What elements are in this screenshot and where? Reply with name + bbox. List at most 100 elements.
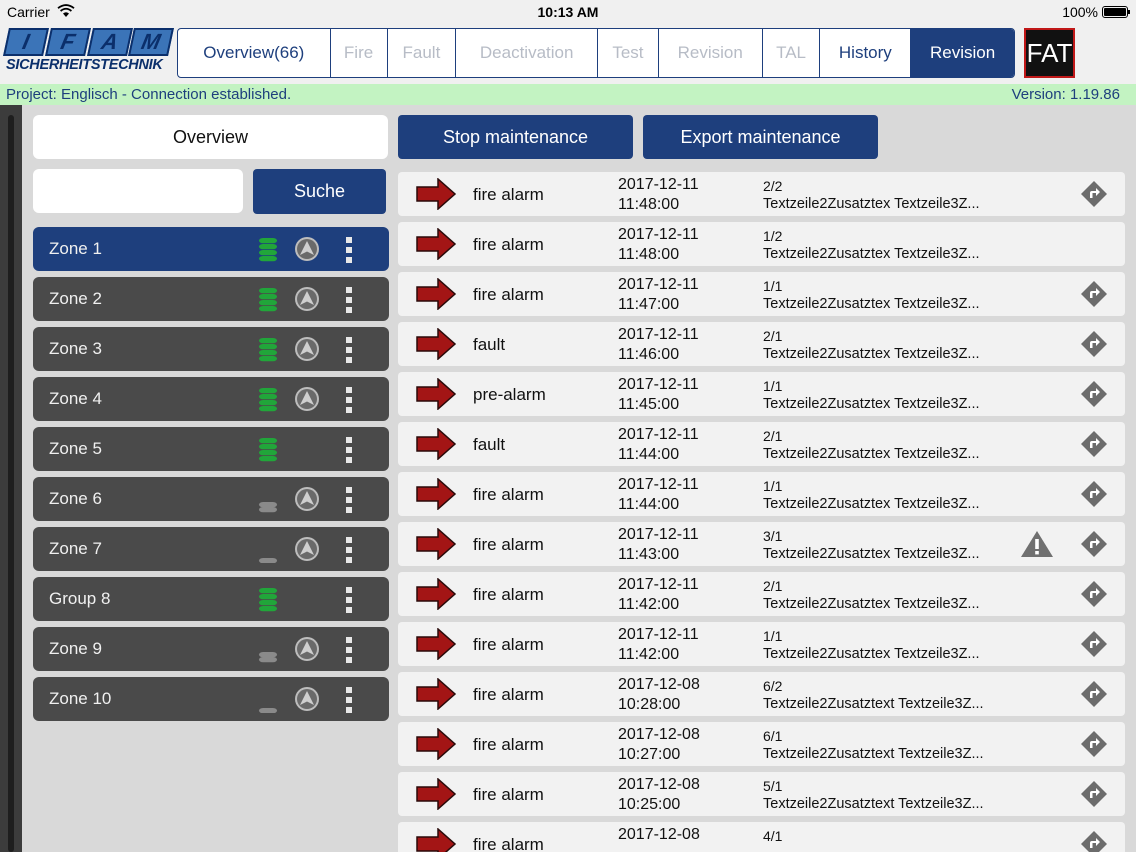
event-row[interactable]: fire alarm 2017-12-11 11:42:00 2/1 Textzeile…	[398, 572, 1125, 616]
zone-item[interactable]: Zone 6	[33, 477, 389, 521]
go-to-icon[interactable]	[1080, 830, 1108, 852]
go-to-icon[interactable]	[1080, 480, 1108, 508]
event-row[interactable]: fire alarm 2017-12-11 11:48:00 1/2 Textzeile…	[398, 222, 1125, 266]
go-to-icon[interactable]	[1080, 330, 1108, 358]
more-options-icon[interactable]	[344, 386, 354, 414]
battery-icon	[1102, 6, 1130, 18]
event-text: Textzeile2Zusatztext Textzeile3Z...	[763, 796, 984, 812]
event-row[interactable]: fire alarm 2017-12-11 11:42:00 1/1 Textzeile…	[398, 622, 1125, 666]
event-arrow-icon	[416, 728, 456, 760]
event-row[interactable]: fire alarm 2017-12-11 11:48:00 2/2 Textzeile…	[398, 172, 1125, 216]
tab-fault[interactable]: Fault	[388, 29, 457, 77]
event-arrow-icon	[416, 528, 456, 560]
navigate-icon[interactable]	[294, 236, 320, 262]
ifam-logo: IFAM SICHERHEITSTECHNIK	[3, 28, 174, 78]
overview-button[interactable]: Overview	[33, 115, 388, 159]
zone-item[interactable]: Zone 7	[33, 527, 389, 571]
event-row[interactable]: fire alarm 2017-12-08 10:27:00 6/1 Textzeile…	[398, 722, 1125, 766]
more-options-icon[interactable]	[344, 286, 354, 314]
go-to-icon[interactable]	[1080, 630, 1108, 658]
zone-item[interactable]: Zone 2	[33, 277, 389, 321]
go-to-icon[interactable]	[1080, 580, 1108, 608]
event-list[interactable]: fire alarm 2017-12-11 11:48:00 2/2 Textzeile…	[398, 172, 1125, 852]
event-arrow-icon	[416, 178, 456, 210]
navigate-icon[interactable]	[294, 336, 320, 362]
event-arrow-icon	[416, 578, 456, 610]
more-options-icon[interactable]	[344, 686, 354, 714]
tab-tal[interactable]: TAL	[763, 29, 821, 77]
search-button[interactable]: Suche	[253, 169, 386, 214]
go-to-icon[interactable]	[1080, 680, 1108, 708]
go-to-icon[interactable]	[1080, 780, 1108, 808]
event-arrow-icon	[416, 828, 456, 852]
event-row[interactable]: pre-alarm 2017-12-11 11:45:00 1/1 Textzeile2…	[398, 372, 1125, 416]
zone-item[interactable]: Group 8	[33, 577, 389, 621]
go-to-icon[interactable]	[1080, 530, 1108, 558]
go-to-icon[interactable]	[1080, 430, 1108, 458]
event-text: Textzeile2Zusatztext Textzeile3Z...	[763, 696, 984, 712]
event-row[interactable]: fire alarm 2017-12-08 4/1	[398, 822, 1125, 852]
navigate-icon[interactable]	[294, 686, 320, 712]
go-to-icon[interactable]	[1080, 380, 1108, 408]
event-datetime: 2017-12-11 11:44:00	[618, 425, 699, 465]
event-datetime: 2017-12-08	[618, 825, 700, 845]
event-datetime: 2017-12-08 10:25:00	[618, 775, 700, 815]
event-index: 4/1	[763, 828, 783, 844]
navigate-icon[interactable]	[294, 536, 320, 562]
tab-revision[interactable]: Revision	[911, 29, 1014, 77]
more-options-icon[interactable]	[344, 536, 354, 564]
navigate-icon[interactable]	[294, 486, 320, 512]
more-options-icon[interactable]	[344, 436, 354, 464]
zone-item[interactable]: Zone 9	[33, 627, 389, 671]
database-icon	[259, 652, 277, 663]
tab-overview-66[interactable]: Overview(66)	[178, 29, 331, 77]
warning-icon	[1021, 531, 1053, 557]
event-row[interactable]: fault 2017-12-11 11:44:00 2/1 Textzeile2Zusa…	[398, 422, 1125, 466]
tab-test[interactable]: Test	[598, 29, 659, 77]
search-input[interactable]	[33, 169, 243, 213]
logo-letter: A	[86, 28, 133, 56]
event-datetime: 2017-12-11 11:47:00	[618, 275, 699, 315]
event-date: 2017-12-11	[618, 376, 699, 393]
go-to-icon[interactable]	[1080, 280, 1108, 308]
go-to-icon[interactable]	[1080, 730, 1108, 758]
event-index: 3/1	[763, 528, 783, 544]
event-date: 2017-12-08	[618, 676, 700, 693]
event-type: fire alarm	[473, 635, 544, 654]
more-options-icon[interactable]	[344, 636, 354, 664]
more-options-icon[interactable]	[344, 236, 354, 264]
stop-maintenance-button[interactable]: Stop maintenance	[398, 115, 633, 159]
event-row[interactable]: fault 2017-12-11 11:46:00 2/1 Textzeile2Zusa…	[398, 322, 1125, 366]
event-row[interactable]: fire alarm 2017-12-08 10:28:00 6/2 Textzeile…	[398, 672, 1125, 716]
navigate-icon[interactable]	[294, 386, 320, 412]
navigate-icon[interactable]	[294, 636, 320, 662]
more-options-icon[interactable]	[344, 586, 354, 614]
go-to-icon[interactable]	[1080, 180, 1108, 208]
logo-subtitle: SICHERHEITSTECHNIK	[6, 57, 163, 73]
navigate-icon[interactable]	[294, 286, 320, 312]
tab-history[interactable]: History	[820, 29, 912, 77]
export-maintenance-button[interactable]: Export maintenance	[643, 115, 878, 159]
zone-item[interactable]: Zone 3	[33, 327, 389, 371]
event-text: Textzeile2Zusatztex Textzeile3Z...	[763, 296, 980, 312]
event-row[interactable]: fire alarm 2017-12-11 11:47:00 1/1 Textzeile…	[398, 272, 1125, 316]
zone-item[interactable]: Zone 4	[33, 377, 389, 421]
event-date: 2017-12-11	[618, 476, 699, 493]
zone-item[interactable]: Zone 10	[33, 677, 389, 721]
event-arrow-icon	[416, 378, 456, 410]
event-row[interactable]: fire alarm 2017-12-11 11:43:00 3/1 Textzeile…	[398, 522, 1125, 566]
tab-deactivation[interactable]: Deactivation	[456, 29, 598, 77]
more-options-icon[interactable]	[344, 486, 354, 514]
logo-letter: F	[44, 28, 91, 56]
event-row[interactable]: fire alarm 2017-12-08 10:25:00 5/1 Textzeile…	[398, 772, 1125, 816]
zone-item[interactable]: Zone 1	[33, 227, 389, 271]
tab-revision[interactable]: Revision	[659, 29, 763, 77]
event-text: Textzeile2Zusatztex Textzeile3Z...	[763, 546, 980, 562]
zone-item[interactable]: Zone 5	[33, 427, 389, 471]
tab-fire[interactable]: Fire	[331, 29, 388, 77]
event-date: 2017-12-11	[618, 526, 699, 543]
fat-button[interactable]: FAT	[1024, 28, 1075, 78]
zone-label: Zone 3	[49, 339, 102, 358]
more-options-icon[interactable]	[344, 336, 354, 364]
event-row[interactable]: fire alarm 2017-12-11 11:44:00 1/1 Textzeile…	[398, 472, 1125, 516]
